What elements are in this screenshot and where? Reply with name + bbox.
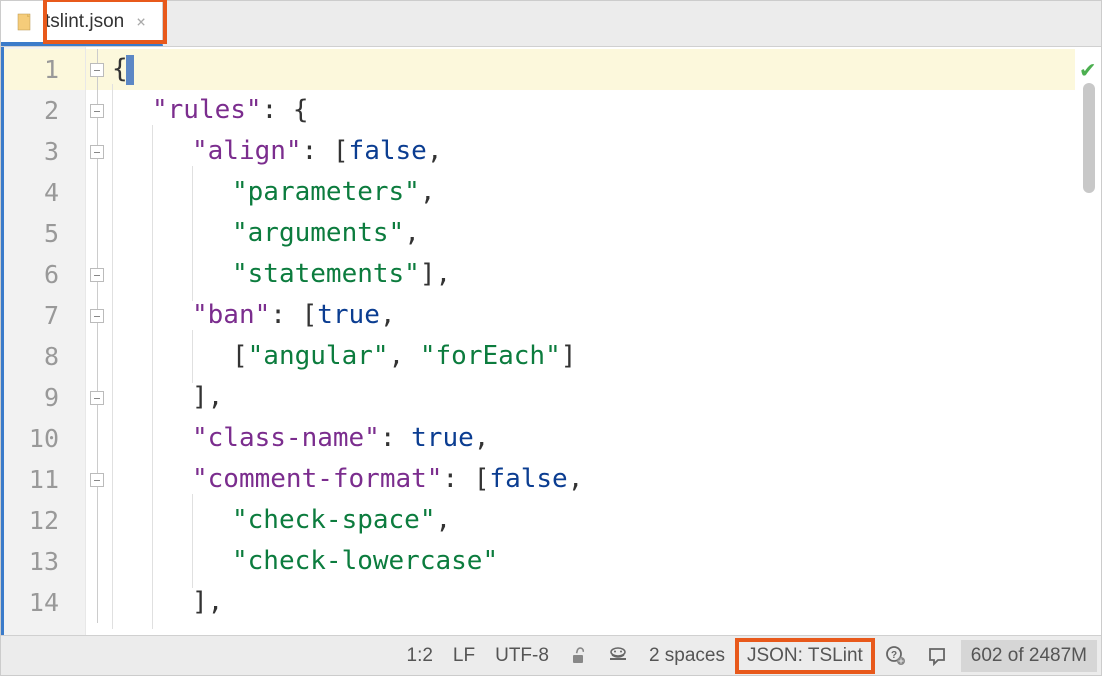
fold-marker [86, 582, 108, 623]
line-number: 1 [4, 49, 85, 90]
notifications-icon[interactable] [917, 636, 957, 675]
tab-tslint[interactable]: tslint.json × [1, 1, 163, 46]
scrollbar-thumb[interactable] [1083, 83, 1095, 193]
line-number: 7 [4, 295, 85, 336]
fold-toggle-icon[interactable] [90, 473, 104, 487]
fold-marker[interactable] [86, 49, 108, 90]
line-number: 8 [4, 336, 85, 377]
line-number: 5 [4, 213, 85, 254]
fold-marker[interactable] [86, 131, 108, 172]
fold-gutter [86, 47, 108, 635]
line-number-gutter: 1234567891011121314 [4, 47, 86, 635]
fold-toggle-icon[interactable] [90, 391, 104, 405]
right-gutter: ✔ [1075, 47, 1101, 635]
fold-marker[interactable] [86, 90, 108, 131]
code-line[interactable]: "align": [false, [112, 131, 1075, 172]
code-line[interactable]: { [112, 49, 1075, 90]
line-ending[interactable]: LF [443, 636, 485, 675]
fold-marker[interactable] [86, 459, 108, 500]
code-line[interactable]: "parameters", [112, 172, 1075, 213]
code-line[interactable]: "statements"], [112, 254, 1075, 295]
fold-marker [86, 172, 108, 213]
svg-text:?: ? [891, 650, 897, 661]
fold-marker[interactable] [86, 254, 108, 295]
fold-marker [86, 500, 108, 541]
fold-marker[interactable] [86, 295, 108, 336]
code-line[interactable]: "rules": { [112, 90, 1075, 131]
indent-setting[interactable]: 2 spaces [639, 636, 735, 675]
inspector-icon[interactable] [597, 636, 639, 675]
code-line[interactable]: "check-lowercase" [112, 541, 1075, 582]
line-number: 9 [4, 377, 85, 418]
help-settings-icon[interactable]: ? [875, 636, 917, 675]
line-number: 6 [4, 254, 85, 295]
fold-toggle-icon[interactable] [90, 145, 104, 159]
code-line[interactable]: "arguments", [112, 213, 1075, 254]
cursor-position[interactable]: 1:2 [397, 636, 443, 675]
line-number: 4 [4, 172, 85, 213]
encoding[interactable]: UTF-8 [485, 636, 559, 675]
code-line[interactable]: ], [112, 582, 1075, 623]
fold-marker [86, 336, 108, 377]
line-number: 11 [4, 459, 85, 500]
editor[interactable]: 1234567891011121314 { "rules": { "align"… [1, 47, 1101, 635]
code-line[interactable]: ["angular", "forEach"] [112, 336, 1075, 377]
fold-toggle-icon[interactable] [90, 309, 104, 323]
tab-label: tslint.json [45, 11, 124, 33]
line-number: 12 [4, 500, 85, 541]
line-number: 2 [4, 90, 85, 131]
code-line[interactable]: ], [112, 377, 1075, 418]
fold-marker [86, 418, 108, 459]
code-line[interactable]: "class-name": true, [112, 418, 1075, 459]
tab-bar: tslint.json × [1, 1, 1101, 47]
json-file-icon [15, 12, 35, 32]
line-number: 10 [4, 418, 85, 459]
fold-marker [86, 213, 108, 254]
language-mode[interactable]: JSON: TSLint [735, 638, 875, 674]
check-icon: ✔ [1081, 55, 1095, 83]
fold-marker [86, 541, 108, 582]
line-number: 13 [4, 541, 85, 582]
fold-marker[interactable] [86, 377, 108, 418]
code-line[interactable]: "ban": [true, [112, 295, 1075, 336]
fold-toggle-icon[interactable] [90, 63, 104, 77]
lock-icon[interactable] [559, 636, 597, 675]
fold-toggle-icon[interactable] [90, 268, 104, 282]
fold-toggle-icon[interactable] [90, 104, 104, 118]
close-icon[interactable]: × [134, 10, 148, 33]
code-line[interactable]: "comment-format": [false, [112, 459, 1075, 500]
line-number: 14 [4, 582, 85, 623]
code-line[interactable]: "check-space", [112, 500, 1075, 541]
memory-indicator[interactable]: 602 of 2487M [961, 640, 1097, 672]
code-area[interactable]: { "rules": { "align": [false, "parameter… [108, 47, 1075, 635]
status-bar: 1:2 LF UTF-8 2 spaces JSON: TSLint ? 602… [1, 635, 1101, 675]
text-cursor [126, 55, 134, 85]
line-number: 3 [4, 131, 85, 172]
